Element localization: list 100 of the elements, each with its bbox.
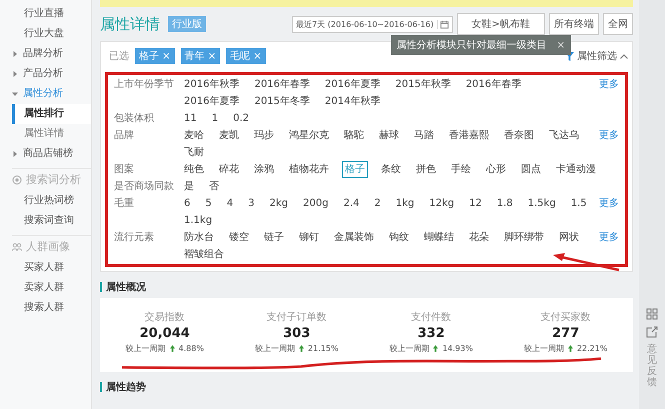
category-dropdown[interactable]: 女鞋>帆布鞋 [456,13,545,35]
filter-option[interactable]: 脚环绑带 [502,229,546,246]
filter-option[interactable]: 2kg [268,195,290,212]
more-link[interactable]: 更多 [593,195,619,212]
sidebar-item[interactable]: 搜索词查询 [12,211,91,231]
change-value: 21.15% [308,344,338,353]
filter-option[interactable]: 2.4 [341,195,362,212]
filter-option[interactable]: 鸿星尔克 [287,127,331,144]
filter-option[interactable]: 铆钉 [297,229,321,246]
sidebar-item[interactable]: 属性排行 [12,104,91,124]
filter-option[interactable]: 2014年秋季 [322,93,382,110]
sidebar-item[interactable]: 行业热词榜 [12,191,91,211]
filter-option[interactable]: 麦凯 [217,127,241,144]
sidebar-item[interactable]: 卖家人群 [12,278,91,298]
sidebar-item[interactable]: 产品分析 [12,64,91,84]
filter-option[interactable]: 2 [372,195,383,212]
filter-option[interactable]: 11 [182,110,199,127]
filter-option[interactable]: 2016年春季 [464,76,524,93]
filter-option[interactable]: 1.8 [494,195,515,212]
filter-option[interactable]: 涂鸦 [252,161,276,178]
filter-option[interactable]: 2016年夏季 [322,76,382,93]
change-value: 4.88% [178,344,204,353]
filter-option[interactable]: 200g [301,195,330,212]
filter-option[interactable]: 马踏 [412,127,436,144]
filter-option[interactable]: 12kg [427,195,456,212]
share-icon[interactable] [646,326,658,338]
filter-option[interactable]: 玛步 [252,127,276,144]
filter-option[interactable]: 香港嘉熙 [447,127,491,144]
filter-option[interactable]: 圆点 [519,161,543,178]
filter-option[interactable]: 蝴蝶结 [422,229,456,246]
filter-option[interactable]: 1.5kg [526,195,558,212]
change-value: 14.93% [442,344,473,353]
close-button[interactable]: × [556,38,565,52]
sidebar-item[interactable]: 属性详情 [12,124,91,144]
sidebar-item[interactable]: 行业大盘 [12,24,91,44]
filter-option[interactable]: 0.2 [231,110,252,127]
filter-label: 品牌 [114,129,135,143]
metric-label: 支付买家数 [540,310,591,324]
filter-option[interactable]: 2016年春季 [252,76,312,93]
scope-dropdown[interactable]: 全网 [603,13,633,35]
filter-option[interactable]: 1.5 [568,195,589,212]
filter-option[interactable]: 2015年冬季 [252,93,312,110]
attribute-filter-toggle[interactable]: 属性筛选 [565,49,628,63]
sidebar-item[interactable]: 商品店铺榜 [12,144,91,164]
filter-option[interactable]: 卡通动漫 [554,161,598,178]
date-range-picker[interactable]: 最近7天 (2016-06-10~2016-06-16) [292,16,453,32]
filter-option[interactable]: 植物花卉 [287,161,331,178]
filter-option[interactable]: 镂空 [227,229,251,246]
filter-option[interactable]: 6 [182,195,192,212]
filter-option[interactable]: 链子 [262,229,286,246]
filter-option[interactable]: 2016年夏季 [182,93,242,110]
sidebar-item[interactable]: 品牌分析 [12,44,91,64]
sidebar-item[interactable]: 搜索人群 [12,298,91,318]
filter-option[interactable]: 飞达乌 [547,127,581,144]
filter-option[interactable]: 纯色 [182,161,206,178]
filter-option[interactable]: 駱駝 [342,127,366,144]
filter-option[interactable]: 否 [207,178,221,195]
filter-option[interactable]: 碎花 [217,161,241,178]
up-arrow-icon [568,345,573,352]
filter-option[interactable]: 1.1kg [182,212,214,229]
more-link[interactable]: 更多 [593,229,619,246]
grid-icon[interactable] [646,308,658,320]
more-link[interactable]: 更多 [593,76,619,93]
filter-option[interactable]: 花朵 [467,229,491,246]
filter-option[interactable]: 是 [182,178,196,195]
filter-option[interactable]: 5 [203,195,214,212]
terminal-dropdown[interactable]: 所有终端 [549,13,599,35]
compare-label: 较上一周期 [524,343,564,354]
metric-label: 支付子订单数 [266,310,327,324]
filter-label: 毛重 [114,196,135,211]
filter-option[interactable]: 1kg [394,195,416,212]
filter-option[interactable]: 拼色 [414,161,438,178]
sidebar-item[interactable]: 买家人群 [12,258,91,278]
filter-option[interactable]: 钩纹 [387,229,411,246]
filter-option[interactable]: 香奈图 [502,127,536,144]
calendar-icon [436,20,449,28]
up-arrow-icon [298,345,304,352]
filter-option[interactable]: 飞耐 [182,144,206,161]
filter-option[interactable]: 2016年秋季 [182,76,242,93]
metric-value: 332 [418,326,445,341]
more-link[interactable]: 更多 [593,127,619,144]
filter-option[interactable]: 手绘 [449,161,473,178]
filter-option[interactable]: 1 [210,110,220,127]
filter-option[interactable]: 赫球 [377,127,401,144]
caret-icon [12,91,18,97]
chevron-icon [620,54,628,58]
filter-option[interactable]: 心形 [484,161,508,178]
filter-option[interactable]: 4 [224,195,236,212]
metric-value: 20,044 [140,326,190,341]
filter-option[interactable]: 防水台 [182,229,216,246]
people-icon [12,242,22,252]
filter-option[interactable]: 条纹 [379,161,403,178]
filter-option[interactable]: 褶皱组合 [182,246,226,263]
sidebar-item[interactable]: 行业直播 [12,4,91,24]
filter-option[interactable]: 金属装饰 [332,229,376,246]
filter-option[interactable]: 麦哈 [182,127,206,144]
filter-option[interactable]: 12 [467,195,484,212]
filter-option[interactable]: 3 [246,195,256,212]
filter-option[interactable]: 网状 [557,229,581,246]
filter-option[interactable]: 2015年秋季 [393,76,453,93]
